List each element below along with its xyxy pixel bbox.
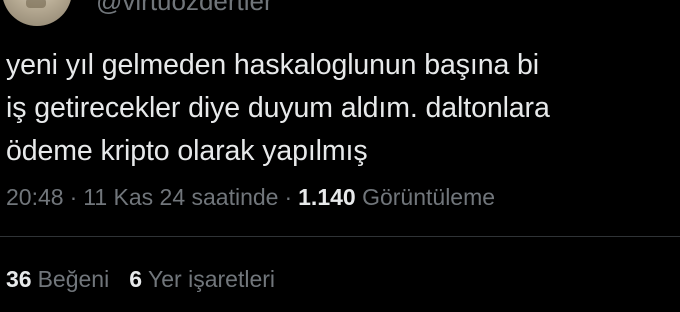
bookmarks-label: Yer işaretleri bbox=[148, 266, 275, 292]
divider bbox=[0, 236, 680, 237]
likes-stat[interactable]: 36 Beğeni bbox=[6, 264, 109, 294]
bookmarks-stat[interactable]: 6 Yer işaretleri bbox=[129, 264, 275, 294]
avatar[interactable] bbox=[2, 0, 72, 26]
meta-separator: · bbox=[284, 184, 293, 210]
tweet-text: yeni yıl gelmeden haskaloglunun başına b… bbox=[6, 49, 550, 167]
author-handle[interactable]: @virtuozdertler bbox=[96, 0, 273, 16]
meta-separator: · bbox=[69, 184, 78, 210]
bookmarks-count: 6 bbox=[129, 266, 143, 292]
likes-count: 36 bbox=[6, 266, 32, 292]
tweet-date[interactable]: 11 Kas 24 saatinde bbox=[83, 184, 278, 210]
views-count: 1.140 bbox=[298, 184, 356, 210]
views-label: Görüntüleme bbox=[362, 184, 496, 210]
likes-label: Beğeni bbox=[37, 266, 110, 292]
tweet-stats: 36 Beğeni 6 Yer işaretleri bbox=[6, 264, 295, 294]
tweet-time[interactable]: 20:48 bbox=[6, 184, 64, 210]
tweet-meta: 20:48 · 11 Kas 24 saatinde · 1.140 Görüntüle… bbox=[6, 182, 495, 212]
